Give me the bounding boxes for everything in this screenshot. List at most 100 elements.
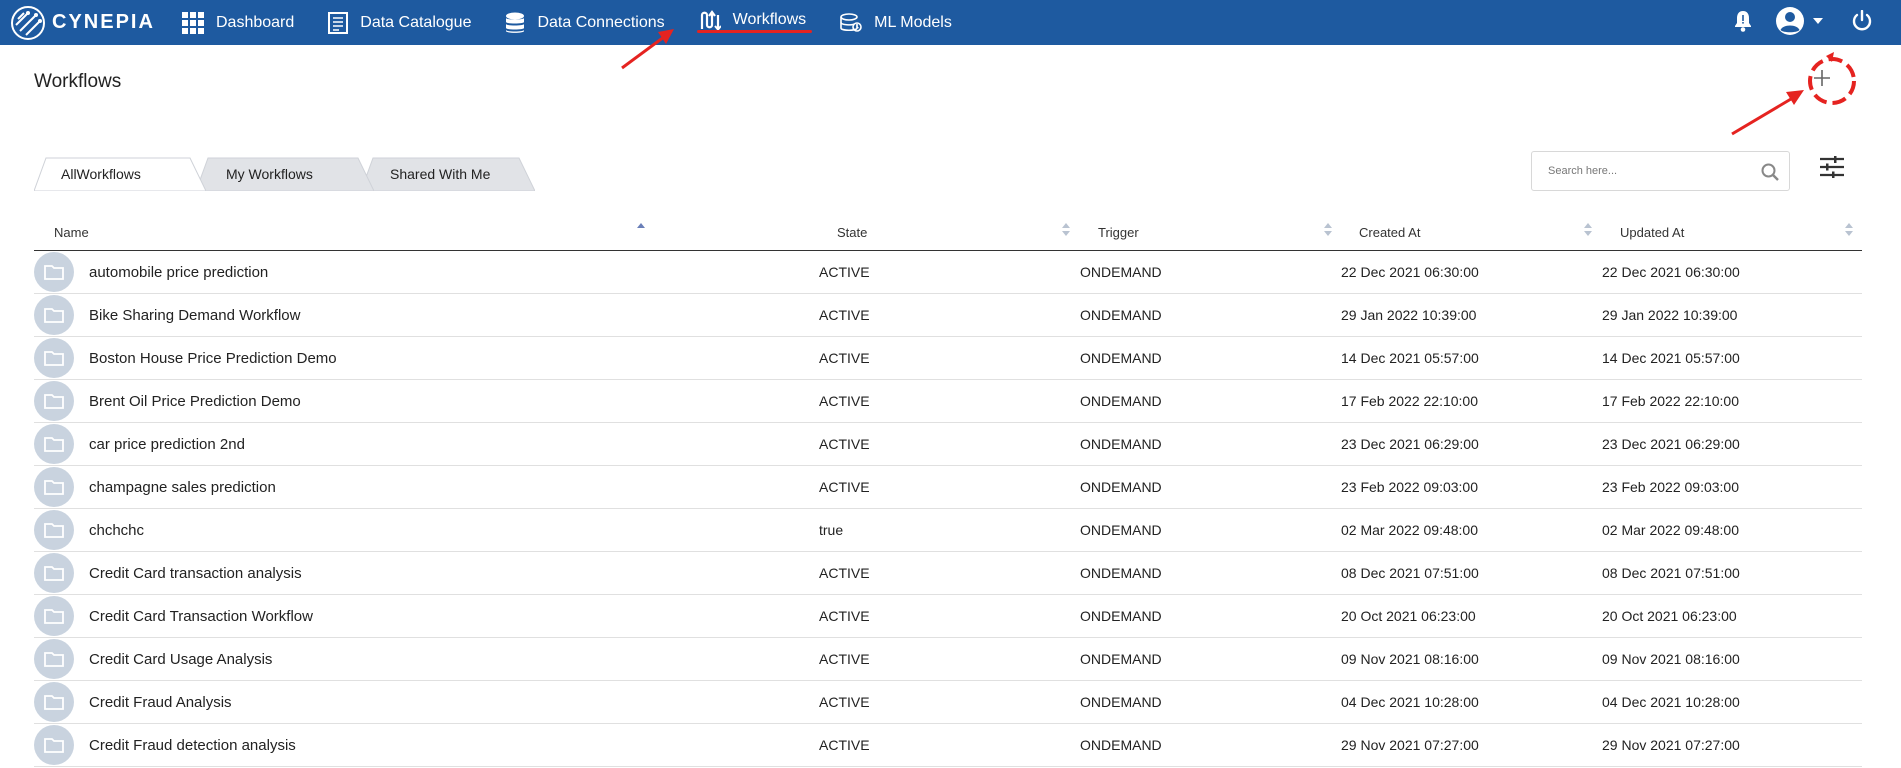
table-row[interactable]: Credit Card transaction analysis ACTIVE … xyxy=(34,552,1862,595)
workflow-name-link[interactable]: car price prediction 2nd xyxy=(89,423,245,465)
workflow-name-link[interactable]: Brent Oil Price Prediction Demo xyxy=(89,380,301,422)
tab-my-workflows[interactable]: My Workflows xyxy=(196,157,374,191)
table-row[interactable]: Credit Fraud detection analysis ACTIVE O… xyxy=(34,724,1862,767)
tab-shared-with-me[interactable]: Shared With Me xyxy=(361,157,535,191)
notifications-button[interactable] xyxy=(1732,6,1754,36)
workflow-name-link[interactable]: Boston House Price Prediction Demo xyxy=(89,337,337,379)
tab-label: Shared With Me xyxy=(390,166,491,182)
sort-icon[interactable] xyxy=(636,220,646,240)
table-row[interactable]: Credit Card Transaction Workflow ACTIVE … xyxy=(34,595,1862,638)
workflow-trigger: ONDEMAND xyxy=(1080,608,1162,624)
add-workflow-button[interactable] xyxy=(1808,64,1836,92)
workflow-state: ACTIVE xyxy=(819,565,870,581)
workflow-name-link[interactable]: chchchc xyxy=(89,509,144,551)
sort-icon[interactable] xyxy=(1061,220,1071,240)
notifications-button[interactable] xyxy=(1411,0,1435,45)
nav-item-data-connections[interactable]: Data Connections xyxy=(505,0,665,45)
workflow-updated-at: 29 Nov 2021 07:27:00 xyxy=(1602,737,1740,753)
brand-logo[interactable]: CYNEPIA xyxy=(10,5,182,41)
column-label: State xyxy=(837,225,868,240)
user-menu-button[interactable] xyxy=(1773,3,1825,39)
workflow-created-at: 04 Dec 2021 10:28:00 xyxy=(1341,694,1479,710)
ml-models-icon xyxy=(840,12,862,32)
table-row[interactable]: automobile price prediction ACTIVE ONDEM… xyxy=(34,251,1862,294)
folder-icon xyxy=(34,252,74,292)
column-header-name[interactable]: Name xyxy=(54,214,674,251)
sort-icon[interactable] xyxy=(1844,220,1854,240)
nav-item-data-catalogue[interactable]: Data Catalogue xyxy=(328,0,471,45)
cynepia-logo-icon xyxy=(11,5,45,40)
column-header-created-at[interactable]: Created At xyxy=(1359,214,1621,251)
folder-icon xyxy=(34,596,74,636)
filter-button[interactable] xyxy=(1820,156,1844,183)
workflow-state: ACTIVE xyxy=(819,264,870,280)
workflow-trigger: ONDEMAND xyxy=(1080,694,1162,710)
nav-label: ML Models xyxy=(874,13,952,31)
table-row[interactable]: car price prediction 2nd ACTIVE ONDEMAND… xyxy=(34,423,1862,466)
column-header-state[interactable]: State xyxy=(837,214,1097,251)
workflow-created-at: 20 Oct 2021 06:23:00 xyxy=(1341,608,1476,624)
workflow-state: ACTIVE xyxy=(819,737,870,753)
table-row[interactable]: champagne sales prediction ACTIVE ONDEMA… xyxy=(34,466,1862,509)
column-label: Updated At xyxy=(1620,225,1685,240)
folder-icon xyxy=(34,510,74,550)
workflow-state: true xyxy=(819,522,844,538)
workflow-updated-at: 14 Dec 2021 05:57:00 xyxy=(1602,350,1740,366)
tab-all-workflows[interactable]: AllWorkflows xyxy=(34,157,206,191)
workflow-updated-at: 08 Dec 2021 07:51:00 xyxy=(1602,565,1740,581)
workflow-state: ACTIVE xyxy=(819,479,870,495)
table-row[interactable]: Brent Oil Price Prediction Demo ACTIVE O… xyxy=(34,380,1862,423)
nav-item-dashboard[interactable]: Dashboard xyxy=(182,0,294,45)
workflow-created-at: 22 Dec 2021 06:30:00 xyxy=(1341,264,1479,280)
workflow-state: ACTIVE xyxy=(819,608,870,624)
workflow-created-at: 29 Nov 2021 07:27:00 xyxy=(1341,737,1479,753)
caret-down-icon xyxy=(1813,18,1823,24)
table-row[interactable]: Bike Sharing Demand Workflow ACTIVE ONDE… xyxy=(34,294,1862,337)
table-row[interactable]: chchchc true ONDEMAND 02 Mar 2022 09:48:… xyxy=(34,509,1862,552)
bell-icon xyxy=(1735,11,1751,32)
column-header-updated-at[interactable]: Updated At xyxy=(1620,214,1882,251)
workflow-trigger: ONDEMAND xyxy=(1080,350,1162,366)
folder-icon xyxy=(34,553,74,593)
workflow-name-link[interactable]: Credit Card transaction analysis xyxy=(89,552,302,594)
folder-icon xyxy=(34,467,74,507)
workflow-created-at: 02 Mar 2022 09:48:00 xyxy=(1341,522,1478,538)
workflow-created-at: 29 Jan 2022 10:39:00 xyxy=(1341,307,1477,323)
catalogue-icon xyxy=(328,11,349,34)
workflow-name-link[interactable]: Bike Sharing Demand Workflow xyxy=(89,294,300,336)
table-row[interactable]: Credit Fraud Analysis ACTIVE ONDEMAND 04… xyxy=(34,681,1862,724)
workflow-trigger: ONDEMAND xyxy=(1080,307,1162,323)
workflow-trigger: ONDEMAND xyxy=(1080,522,1162,538)
nav-label: Data Catalogue xyxy=(360,13,472,31)
database-icon xyxy=(506,12,525,33)
workflow-name-link[interactable]: automobile price prediction xyxy=(89,251,268,293)
folder-icon xyxy=(34,639,74,679)
table-header: Name State Trigger Created At Updated At xyxy=(34,214,1862,251)
sort-icon[interactable] xyxy=(1323,220,1333,240)
folder-icon xyxy=(34,338,74,378)
workflow-name-link[interactable]: Credit Fraud Analysis xyxy=(89,681,232,723)
workflow-updated-at: 04 Dec 2021 10:28:00 xyxy=(1602,694,1740,710)
workflow-name-link[interactable]: Credit Card Transaction Workflow xyxy=(89,595,313,637)
folder-icon xyxy=(34,682,74,722)
workflow-state: ACTIVE xyxy=(819,350,870,366)
table-row[interactable]: Boston House Price Prediction Demo ACTIV… xyxy=(34,337,1862,380)
column-label: Trigger xyxy=(1098,225,1139,240)
logout-button[interactable] xyxy=(1849,6,1875,36)
table-row[interactable]: Credit Card Usage Analysis ACTIVE ONDEMA… xyxy=(34,638,1862,681)
workflow-name-link[interactable]: Credit Card Usage Analysis xyxy=(89,638,272,680)
workflow-name-link[interactable]: Credit Fraud detection analysis xyxy=(89,724,296,766)
page-title: Workflows xyxy=(34,71,122,92)
workflow-created-at: 23 Feb 2022 09:03:00 xyxy=(1341,479,1479,495)
nav-item-workflows[interactable]: Workflows xyxy=(696,0,812,45)
search-input[interactable] xyxy=(1532,165,1747,177)
workflow-name-link[interactable]: champagne sales prediction xyxy=(89,466,276,508)
sort-icon[interactable] xyxy=(1583,220,1593,240)
column-header-trigger[interactable]: Trigger xyxy=(1098,214,1358,251)
workflow-icon xyxy=(700,9,721,30)
annotation-arrow-add xyxy=(1731,90,1804,136)
workflow-created-at: 08 Dec 2021 07:51:00 xyxy=(1341,565,1479,581)
nav-item-ml-models[interactable]: ML Models xyxy=(840,0,952,45)
search-icon[interactable] xyxy=(1761,163,1779,181)
sliders-icon xyxy=(1820,156,1844,179)
